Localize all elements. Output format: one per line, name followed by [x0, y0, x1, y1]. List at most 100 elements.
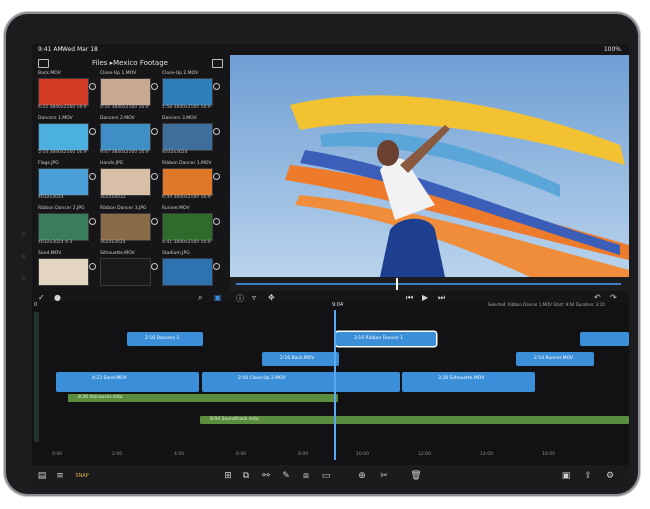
status-date: Wed Mar 18	[62, 46, 98, 53]
preview-scrubber[interactable]	[230, 277, 629, 291]
preview-image	[230, 55, 629, 277]
media-item[interactable]: Hands.JPG 3024x4032	[100, 161, 158, 203]
select-check-icon[interactable]	[151, 83, 158, 90]
timeline-playhead[interactable]	[334, 310, 336, 460]
play-icon[interactable]: ▶	[422, 293, 428, 302]
media-item-name: Dancers 1.MOV	[38, 116, 73, 121]
audio-clip[interactable]: 8:04 Soundtrack.m4a	[200, 416, 629, 424]
marker-icon[interactable]: ▿	[252, 293, 256, 302]
media-item[interactable]: Dancers 2.MOV 9:07 3840x2160 16:9	[100, 116, 158, 158]
library-icon[interactable]: ▤	[36, 471, 48, 481]
media-item-name: Sand.MOV	[38, 251, 62, 256]
add-icon[interactable]: ⊕	[356, 471, 368, 481]
timeline-clip[interactable]: 2:04 Close-Up 2.MOV	[202, 372, 400, 392]
playhead-time: 9:04	[332, 302, 344, 308]
media-thumbnail	[162, 213, 213, 241]
gear-icon[interactable]: ⚙	[604, 471, 616, 481]
select-check-icon[interactable]	[213, 218, 220, 225]
video-preview[interactable]	[230, 55, 629, 277]
timeline[interactable]: 0 9:04 Selected: Ribbon Dancer 1.MOV Sta…	[32, 302, 629, 465]
pencil-icon[interactable]: ✎	[280, 471, 292, 481]
browser-toggle-icon[interactable]: ▣	[214, 293, 222, 302]
media-item[interactable]: Ribbon Dancer 2.JPG 4032x3024 4:3	[38, 206, 96, 248]
media-item[interactable]: Close-Up 1.MOV 0:16 3840x2160 16:9	[100, 71, 158, 113]
media-thumbnail	[100, 213, 151, 241]
crop-icon[interactable]: ⧈	[300, 471, 312, 481]
media-thumbnail	[100, 78, 151, 106]
scrubber-playhead[interactable]	[396, 278, 398, 290]
media-item[interactable]: Flags.JPG 4032x3024	[38, 161, 96, 203]
select-check-icon[interactable]	[151, 218, 158, 225]
app-screen: 9:41 AM Wed Mar 18 100% Files ▸Mexico Fo…	[32, 44, 629, 486]
select-check-icon[interactable]	[89, 173, 96, 180]
media-item[interactable]: Close-Up 2.MOV 1:58 3840x2160 16:9	[162, 71, 220, 113]
select-check-icon[interactable]	[89, 83, 96, 90]
share-icon[interactable]: ⇪	[582, 471, 594, 481]
check-icon[interactable]: ✓	[38, 293, 45, 302]
media-item-name: Flags.JPG	[38, 161, 59, 166]
ruler-tick: 2:00	[112, 452, 123, 457]
browser-header: Files ▸Mexico Footage	[32, 56, 228, 70]
clip-label: 3:10 Ribbon Dancer 1	[354, 336, 404, 341]
media-item-meta: 4:41 3840x2160 16:9	[162, 240, 211, 245]
select-check-icon[interactable]	[151, 128, 158, 135]
media-thumbnail	[100, 258, 151, 286]
record-icon[interactable]: ●	[54, 293, 61, 302]
clip-label: 4:23 Sand.MOV	[92, 376, 127, 381]
add-clip-icon[interactable]: ⊞	[222, 471, 234, 481]
clip-label: 3:28 Silhouette.MOV	[438, 376, 485, 381]
select-check-icon[interactable]	[89, 263, 96, 270]
media-item[interactable]: Sand.MOV	[38, 251, 96, 293]
select-check-icon[interactable]	[213, 173, 220, 180]
status-time: 9:41 AM	[38, 46, 63, 53]
split-icon[interactable]: ✥	[268, 293, 275, 302]
media-item[interactable]: Dancers 1.MOV 5:14 3840x2160 16:9	[38, 116, 96, 158]
media-item[interactable]: Ribbon Dancer 3.JPG 3024x3024	[100, 206, 158, 248]
select-check-icon[interactable]	[213, 83, 220, 90]
scissors-icon[interactable]: ✂	[378, 471, 390, 481]
media-item-meta: 9:07 3840x2160 16:9	[100, 150, 149, 155]
clip-label: 2:04 Close-Up 2.MOV	[238, 376, 286, 381]
bottom-toolbar: ▤ ≡ SNAP ⊞ ⧉ ⚯ ✎ ⧈ ▭ ⊕ ✂ 🗑 ▣ ⇪ ⚙	[32, 465, 629, 486]
timeline-clip[interactable]: 2:16 Back.MOV	[262, 352, 339, 366]
media-item[interactable]: Back.MOV 6:22 3840x2160 16:9	[38, 71, 96, 113]
undo-icon[interactable]: ↶	[594, 293, 601, 302]
timeline-clip[interactable]: 2:14 Runner.MOV	[516, 352, 594, 366]
redo-icon[interactable]: ↷	[610, 293, 617, 302]
snap-button[interactable]: SNAP	[74, 473, 90, 479]
import-icon[interactable]	[212, 59, 223, 68]
timeline-clip[interactable]	[580, 332, 629, 346]
side-camera-dot	[21, 254, 26, 259]
select-check-icon[interactable]	[89, 218, 96, 225]
audio-label: 8:26 Voiceover.m4a	[78, 395, 123, 400]
media-item[interactable]: Stadium.JPG	[162, 251, 220, 293]
layout-icon[interactable]: ▣	[560, 471, 572, 481]
settings-list-icon[interactable]: ≡	[54, 471, 66, 481]
select-check-icon[interactable]	[89, 128, 96, 135]
link-icon[interactable]: ⚯	[260, 471, 272, 481]
media-item-meta: 0:16 3840x2160 16:9	[100, 105, 149, 110]
timeline-clip[interactable]: 4:23 Sand.MOV	[56, 372, 199, 392]
media-item-name: Runner.MOV	[162, 206, 190, 211]
media-item[interactable]: Ribbon Dancer 1.MOV 6:34 3840x2160 16:9	[162, 161, 220, 203]
selection-info: Selected: Ribbon Dancer 1.MOV Start: 9:0…	[488, 302, 605, 307]
select-check-icon[interactable]	[213, 128, 220, 135]
titles-icon[interactable]: ▭	[320, 471, 332, 481]
audio-clip[interactable]: 8:26 Voiceover.m4a	[68, 394, 338, 402]
media-thumbnail	[38, 123, 89, 151]
timeline-clip[interactable]: 2:16 Dancers 1	[127, 332, 203, 346]
select-check-icon[interactable]	[151, 173, 158, 180]
media-item[interactable]: Runner.MOV 4:41 3840x2160 16:9	[162, 206, 220, 248]
timeline-clip[interactable]: 3:28 Silhouette.MOV	[402, 372, 535, 392]
media-thumbnail	[38, 213, 89, 241]
media-item-name: Ribbon Dancer 1.MOV	[162, 161, 212, 166]
media-item[interactable]: Dancers 3.MOV 4032x3024	[162, 116, 220, 158]
media-item[interactable]: Silhouette.MOV	[100, 251, 158, 293]
ruler-tick: 8:00	[298, 452, 309, 457]
ipad-frame: 9:41 AM Wed Mar 18 100% Files ▸Mexico Fo…	[6, 14, 638, 494]
select-check-icon[interactable]	[213, 263, 220, 270]
overlay-icon[interactable]: ⧉	[240, 471, 252, 481]
timeline-clip-selected[interactable]: 3:10 Ribbon Dancer 1	[336, 332, 436, 346]
trash-icon[interactable]: 🗑	[410, 471, 422, 481]
select-check-icon[interactable]	[151, 263, 158, 270]
